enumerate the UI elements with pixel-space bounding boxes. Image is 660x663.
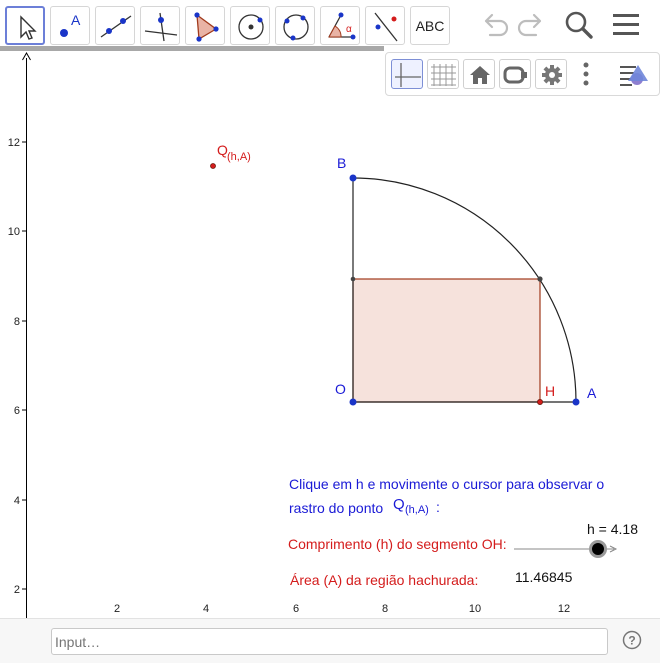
label-Q-subscript: (h,A) <box>227 151 251 163</box>
style-icon <box>620 65 648 86</box>
graphics-view[interactable]: 2 4 6 8 10 12 2 4 6 8 10 12 B O H A Q (h… <box>0 52 660 618</box>
x-tick-label: 8 <box>382 603 388 615</box>
search-button[interactable] <box>562 8 596 42</box>
slider-description-label: Comprimento (h) do segmento OH: <box>288 536 507 552</box>
arc-intersection-point[interactable] <box>537 276 543 282</box>
x-tick-label: 6 <box>293 603 299 615</box>
point-O[interactable] <box>349 398 357 406</box>
label-A: A <box>587 385 597 401</box>
area-value: 11.46845 <box>515 569 573 585</box>
point-B[interactable] <box>349 174 357 182</box>
circle-center-icon <box>238 14 264 40</box>
x-tick-label: 2 <box>114 603 120 615</box>
toolbar-divider <box>0 46 384 51</box>
undo-icon <box>484 13 509 37</box>
x-tick-label: 12 <box>558 603 570 615</box>
label-H: H <box>545 383 555 399</box>
show-grid-button[interactable] <box>427 59 459 89</box>
perpendicular-line-icon <box>144 12 178 42</box>
algebra-input-field[interactable] <box>51 628 608 655</box>
settings-button[interactable] <box>535 59 567 89</box>
y-tick-label: 6 <box>14 405 20 417</box>
y-axis-ticks <box>22 141 27 590</box>
y-tick-label: 10 <box>8 226 20 238</box>
show-axes-button[interactable] <box>391 59 423 89</box>
view-icon <box>503 66 527 84</box>
x-axis-tick-labels: 2 4 6 8 10 12 <box>114 603 570 615</box>
angle-tool-label: α <box>346 24 352 35</box>
point-tool-label: A <box>71 12 81 28</box>
reflect-about-line-tool-button[interactable] <box>365 6 405 45</box>
menu-icon <box>613 14 639 35</box>
undo-button[interactable] <box>478 8 512 42</box>
angle-tool-button[interactable]: α <box>320 6 360 45</box>
more-icon <box>583 62 589 86</box>
grid-icon <box>431 64 456 86</box>
circle-three-points-tool-button[interactable] <box>275 6 315 45</box>
graphics-style-bar <box>385 52 660 96</box>
polygon-icon <box>194 12 219 42</box>
point-A[interactable] <box>572 398 580 406</box>
more-options-button[interactable] <box>581 61 591 89</box>
shaded-rectangle[interactable] <box>352 278 541 403</box>
toolbar: A α ABC <box>0 0 660 48</box>
menu-button[interactable] <box>609 8 643 42</box>
slider-value-label: h = 4.18 <box>587 521 638 537</box>
rectangle-top-left-point <box>350 276 356 282</box>
redo-button[interactable] <box>514 8 548 42</box>
style-bar-toggle-button[interactable] <box>618 61 654 89</box>
geogebra-app: A α ABC 2 4 6 8 10 12 2 4 6 8 10 12 B O … <box>0 0 660 663</box>
point-H[interactable] <box>537 398 544 405</box>
text-tool-label: ABC <box>415 17 445 34</box>
instruction-line-2: rastro do ponto <box>289 500 383 516</box>
label-O: O <box>335 381 346 397</box>
axes-icon <box>395 63 421 87</box>
y-tick-label: 4 <box>14 495 20 507</box>
standard-view-button[interactable] <box>463 59 495 89</box>
svg-text:?: ? <box>628 634 635 648</box>
instruction-colon: : <box>436 499 440 515</box>
slider-knob[interactable] <box>589 540 607 558</box>
point-Q[interactable] <box>210 163 216 169</box>
instruction-Q-subscript: (h,A) <box>405 504 429 516</box>
move-tool-button[interactable] <box>5 6 45 45</box>
angle-icon <box>328 12 356 40</box>
perpendicular-line-tool-button[interactable] <box>140 6 180 45</box>
x-tick-label: 10 <box>469 603 481 615</box>
help-icon: ? <box>622 630 642 650</box>
instruction-Q: Q <box>393 496 405 513</box>
instruction-line-1: Clique em h e movimente o cursor para ob… <box>289 476 604 492</box>
reflect-icon <box>374 12 398 42</box>
algebra-input-bar <box>0 618 660 663</box>
move-arrow-icon <box>20 15 37 40</box>
text-tool-button[interactable]: ABC <box>410 6 450 45</box>
line-tool-button[interactable] <box>95 6 135 45</box>
search-icon <box>565 11 593 39</box>
y-tick-label: 12 <box>8 137 20 149</box>
redo-icon <box>517 13 542 37</box>
x-tick-label: 4 <box>203 603 209 615</box>
instruction-text: Clique em h e movimente o cursor para ob… <box>289 476 604 516</box>
circle-center-point-tool-button[interactable] <box>230 6 270 45</box>
settings-icon <box>542 65 562 85</box>
label-B: B <box>337 155 346 171</box>
polygon-tool-button[interactable] <box>185 6 225 45</box>
area-label: Área (A) da região hachurada: <box>290 572 478 588</box>
y-axis-tick-labels: 2 4 6 8 10 12 <box>8 137 20 596</box>
y-tick-label: 2 <box>14 584 20 596</box>
point-tool-button[interactable]: A <box>50 6 90 45</box>
view-button[interactable] <box>499 59 531 89</box>
line-icon <box>100 15 132 38</box>
home-icon <box>470 66 490 84</box>
circle-three-points-icon <box>283 14 309 41</box>
y-tick-label: 8 <box>14 316 20 328</box>
input-help-button[interactable]: ? <box>622 630 642 650</box>
